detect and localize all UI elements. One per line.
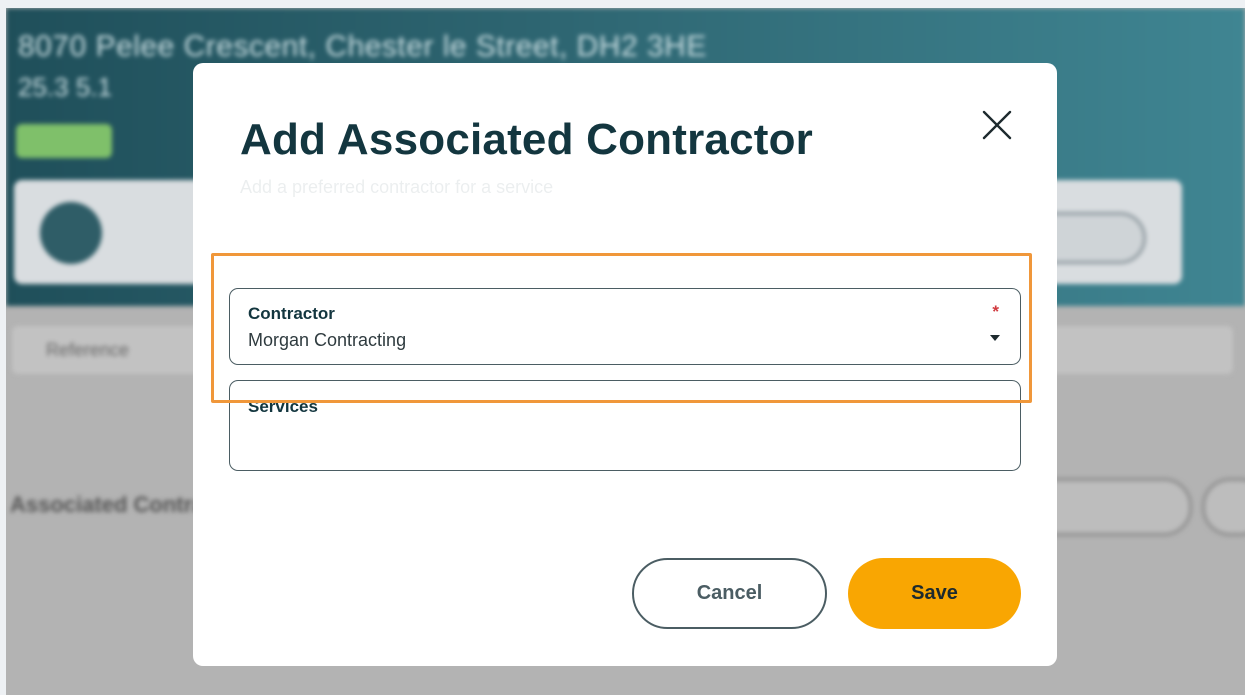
services-label: Services xyxy=(248,397,318,416)
contractor-value: Morgan Contracting xyxy=(248,330,407,350)
services-field[interactable]: Services xyxy=(229,380,1021,471)
property-stats: 25.3 5.1 xyxy=(18,72,112,102)
services-input[interactable] xyxy=(248,423,1002,461)
dialog-subtitle: Add a preferred contractor for a service xyxy=(240,177,554,197)
status-badge xyxy=(16,124,112,158)
close-icon[interactable] xyxy=(979,107,1015,143)
contractor-select[interactable]: Contractor * Morgan Contracting xyxy=(229,288,1021,365)
save-button[interactable]: Save xyxy=(848,558,1021,629)
secondary-filter xyxy=(1033,326,1233,374)
property-title: 8070 Pelee Crescent, Chester le Street, … xyxy=(18,30,707,63)
contractor-label: Contractor xyxy=(248,304,335,323)
cancel-button[interactable]: Cancel xyxy=(632,558,827,629)
required-indicator: * xyxy=(992,302,999,321)
avatar xyxy=(40,202,102,264)
dialog-title: Add Associated Contractor xyxy=(240,115,814,164)
section-more-button xyxy=(1202,478,1245,536)
chevron-down-icon[interactable] xyxy=(990,335,1000,341)
